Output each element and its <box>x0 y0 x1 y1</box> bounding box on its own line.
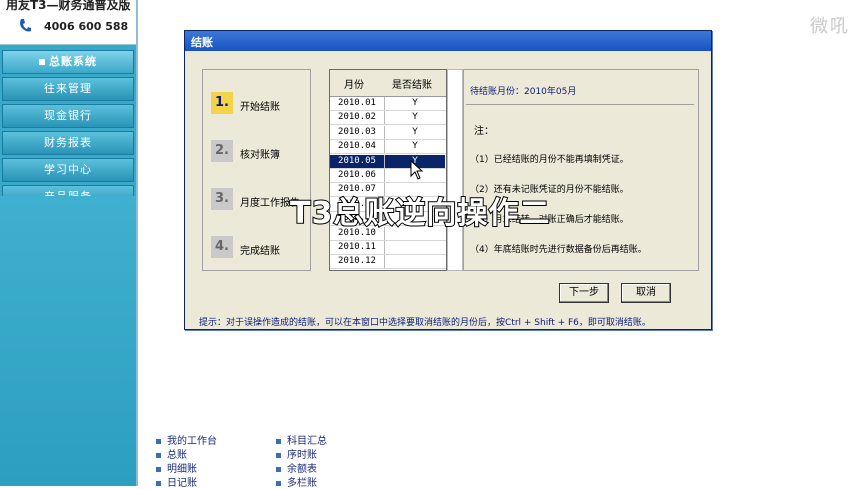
quick-link-label: 日记账 <box>167 478 197 489</box>
cell-month: 2010.11 <box>330 241 385 254</box>
cell-month: 2010.03 <box>330 125 385 139</box>
sidebar-item-label: 财务报表 <box>44 136 92 149</box>
watermark: 微吼 <box>810 16 850 37</box>
col-header-closed: 是否结账 <box>392 80 432 91</box>
bullet-icon <box>276 480 281 486</box>
step-number: 4. <box>211 236 233 258</box>
cell-month: 2010.02 <box>330 111 385 125</box>
table-header: 月份 是否结账 <box>330 70 446 97</box>
sidebar-item-label: 往来管理 <box>44 82 92 95</box>
cell-month: 2010.04 <box>330 140 385 154</box>
sidebar-item-label: 学习中心 <box>44 163 92 176</box>
col-header-month: 月份 <box>344 80 364 91</box>
info-panel: 待结账月份：2010年05月 注： （1）已经结账的月份不能再填制凭证。 （2）还… <box>463 69 699 271</box>
bullet-icon <box>276 452 281 458</box>
note-item: （4）年底结账时先进行数据备份后再结账。 <box>470 245 647 255</box>
cell-month: 2010.06 <box>330 169 385 182</box>
table-row[interactable]: 2010.12 <box>330 255 446 270</box>
step-label: 核对账簿 <box>240 150 280 161</box>
step-number: 3. <box>211 188 233 210</box>
bullet-icon <box>276 438 281 444</box>
cell-month: 2010.01 <box>330 97 385 110</box>
step-label: 完成结账 <box>240 246 280 257</box>
brand-title: 用友T3—财务通普及版 <box>6 0 131 12</box>
step-number: 1. <box>211 92 233 114</box>
note-item: （1）已经结账的月份不能再填制凭证。 <box>470 155 629 165</box>
table-row[interactable]: 2010.02 Y <box>330 111 446 126</box>
quick-link[interactable]: 余额表 <box>276 460 317 475</box>
step-1: 1. 开始结账 <box>211 92 311 116</box>
sidebar-item-1[interactable]: 往来管理 <box>2 77 134 101</box>
steps-panel: 1. 开始结账 2. 核对账簿 3. 月度工作报告 4. 完成结账 <box>202 69 311 271</box>
table-row[interactable]: 2010.11 <box>330 241 446 255</box>
quick-link[interactable]: 总账 <box>156 446 187 461</box>
dialog-hint: 提示：对于误操作造成的结账，可以在本窗口中选择要取消结账的月份后，按Ctrl +… <box>199 318 651 328</box>
month-table: 月份 是否结账 2010.01 Y 2010.02 Y 2010.03 Y 2010.04 Y… <box>329 69 447 271</box>
phone-icon <box>20 19 31 32</box>
sidebar-nav: 总账系统往来管理现金银行财务报表学习中心产品服务 <box>0 47 136 209</box>
sidebar-item-2[interactable]: 现金银行 <box>2 104 134 128</box>
dialog-titlebar[interactable]: 结账 <box>185 31 711 51</box>
quick-link[interactable]: 序时账 <box>276 446 317 461</box>
quick-link[interactable]: 日记账 <box>156 474 197 489</box>
quick-links: 我的工作台 总账 明细账日记账 科目汇总 序时账 余额表多栏账 <box>152 428 392 489</box>
step-4: 4. 完成结账 <box>211 236 311 260</box>
video-caption: T3总账逆向操作二 <box>289 195 551 232</box>
quick-link[interactable]: 多栏账 <box>276 474 317 489</box>
step-number: 2. <box>211 140 233 162</box>
quick-link[interactable]: 我的工作台 <box>156 432 217 447</box>
step-label: 开始结账 <box>240 102 280 113</box>
cell-closed: Y <box>412 112 418 123</box>
quick-link-label: 多栏账 <box>287 478 317 489</box>
table-row[interactable]: 2010.03 Y <box>330 125 446 140</box>
cell-closed <box>385 255 445 268</box>
sidebar: 用友T3—财务通普及版 4006 600 588 总账系统往来管理现金银行财务报… <box>0 0 136 486</box>
dialog-title: 结账 <box>191 36 213 49</box>
cell-closed: Y <box>412 141 418 152</box>
sidebar-item-0[interactable]: 总账系统 <box>2 50 134 74</box>
pending-month: 待结账月份：2010年05月 <box>470 87 577 97</box>
note-label: 注： <box>474 126 494 137</box>
bullet-icon <box>156 480 161 486</box>
sidebar-item-label: 总账系统 <box>49 55 97 68</box>
table-scrollbar[interactable] <box>447 69 463 271</box>
cancel-button[interactable]: 取消 <box>621 283 671 303</box>
quick-link[interactable]: 科目汇总 <box>276 432 327 447</box>
cell-closed: Y <box>412 98 418 108</box>
mouse-cursor-icon <box>410 160 424 180</box>
step-2: 2. 核对账簿 <box>211 140 311 164</box>
bullet-icon <box>276 466 281 472</box>
sidebar-item-3[interactable]: 财务报表 <box>2 131 134 155</box>
sidebar-item-label: 现金银行 <box>44 109 92 122</box>
cell-month: 2010.05 <box>330 154 385 168</box>
bullet-icon <box>156 466 161 472</box>
cell-closed <box>385 241 445 254</box>
support-phone: 4006 600 588 <box>44 20 129 33</box>
cell-closed: Y <box>412 126 418 137</box>
next-button[interactable]: 下一步 <box>559 283 609 303</box>
quick-link[interactable]: 明细账 <box>156 460 197 475</box>
bullet-icon <box>156 452 161 458</box>
brand-header: 用友T3—财务通普及版 4006 600 588 <box>0 0 136 45</box>
active-marker-icon <box>39 59 45 65</box>
sidebar-item-4[interactable]: 学习中心 <box>2 158 134 182</box>
table-row[interactable]: 2010.06 <box>330 169 446 183</box>
table-row[interactable]: 2010.01 Y <box>330 97 446 111</box>
cell-month: 2010.12 <box>330 255 385 269</box>
closing-dialog: 结账 1. 开始结账 2. 核对账簿 3. 月度工作报告 4. 完成结账 月份 是否结账 20… <box>184 30 712 330</box>
table-row[interactable]: 2010.05 Y <box>330 154 446 169</box>
bullet-icon <box>156 438 161 444</box>
table-row[interactable]: 2010.04 Y <box>330 140 446 155</box>
